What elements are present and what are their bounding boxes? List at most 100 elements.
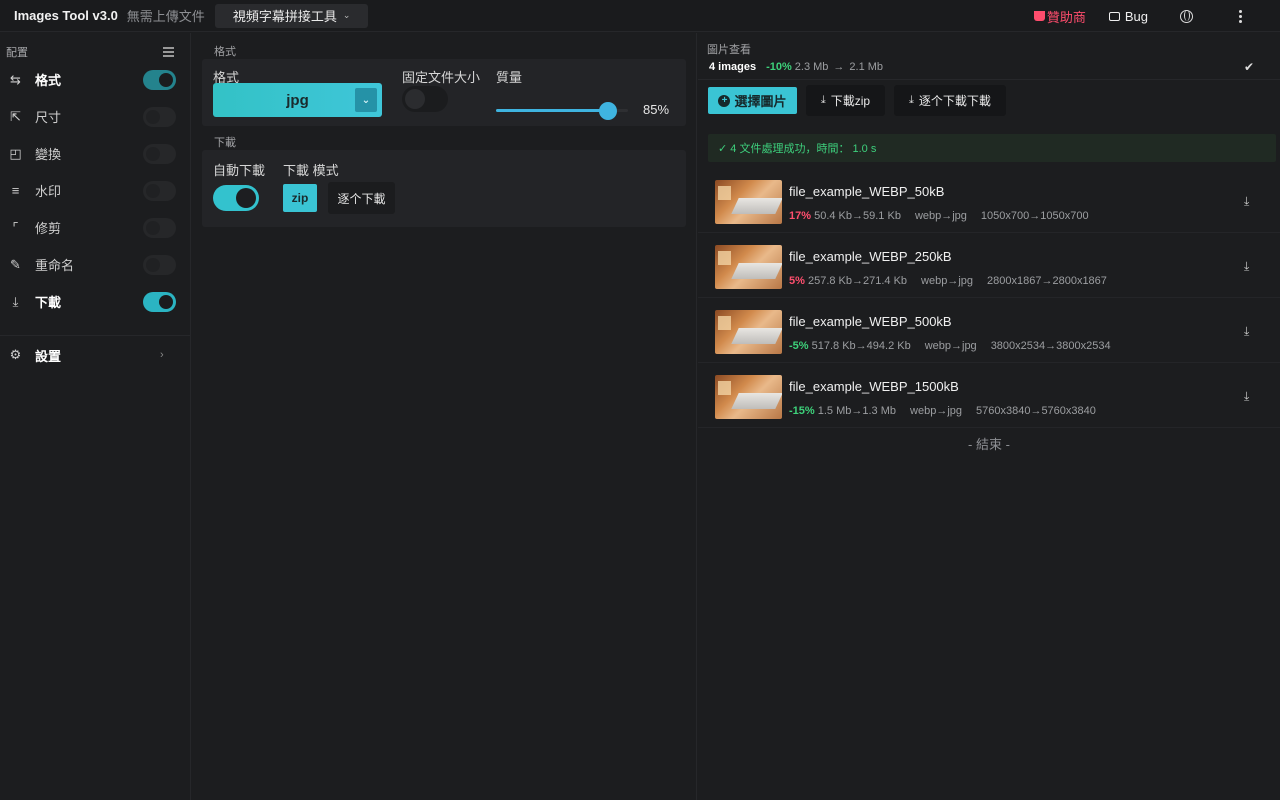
crop-icon: ⌜: [12, 219, 19, 235]
file-thumbnail[interactable]: [715, 310, 782, 354]
more-vertical-icon[interactable]: [1239, 9, 1242, 23]
file-conversion: webp→jpg: [910, 405, 962, 417]
choose-images-button[interactable]: + 選擇圖片: [708, 87, 797, 114]
mode-sequential-button[interactable]: 逐个下載: [328, 182, 395, 214]
preview-heading: 圖片查看: [707, 44, 751, 56]
crop-resize-icon: ⇱: [10, 108, 21, 124]
chevron-down-icon: ⌄: [342, 10, 351, 20]
file-name: file_example_WEBP_250kB: [789, 249, 952, 264]
preview-actions: + 選擇圖片 ⤓ 下載zip ⤓ 逐个下載下載: [698, 80, 1280, 120]
crop-toggle[interactable]: [143, 217, 176, 238]
file-change-pct: -15%: [789, 405, 815, 417]
download-card: 自動下載 下載 模式 zip 逐个下載: [202, 150, 686, 227]
sidebar-item-resize[interactable]: ⇱ 尺寸: [0, 98, 190, 135]
download-section-heading: 下載: [214, 137, 236, 149]
success-banner: ✓ 4 文件處理成功，時間： 1.0 s: [708, 134, 1276, 162]
chevron-down-icon: ⌄: [355, 88, 377, 112]
choose-images-label: 選擇圖片: [734, 94, 787, 109]
file-sizes: 50.4 Kb→59.1 Kb: [814, 210, 901, 222]
file-dimensions: 3800x2534→3800x2534: [990, 340, 1111, 352]
format-select[interactable]: jpg ⌄: [213, 83, 382, 117]
watermark-icon: ≡: [11, 183, 20, 198]
file-list: file_example_WEBP_50kB 17% 50.4 Kb→59.1 K…: [698, 168, 1280, 428]
download-sequential-button[interactable]: ⤓ 逐个下載下載: [894, 85, 1006, 116]
file-sizes: 1.5 Mb→1.3 Mb: [817, 405, 897, 417]
transform-icon: ◰: [9, 145, 22, 161]
rename-icon: ✎: [10, 256, 21, 272]
watermark-toggle[interactable]: [143, 180, 176, 201]
file-name: file_example_WEBP_500kB: [789, 314, 952, 329]
format-section-heading: 格式: [214, 46, 236, 58]
tool-select-dropdown[interactable]: 視頻字幕拼接工具 ⌄: [214, 3, 369, 28]
download-icon[interactable]: ⤓: [1244, 389, 1249, 404]
file-sizes: 257.8 Kb→271.4 Kb: [807, 275, 908, 287]
download-zip-button[interactable]: ⤓ 下載zip: [806, 85, 885, 116]
preview-panel: 圖片查看 4 images -10% 2.3 Mb → 2.1 Mb ✔ + 選…: [698, 33, 1280, 800]
bug-report-button[interactable]: Bug: [1108, 8, 1148, 24]
size-after: 2.1 Mb: [849, 60, 884, 73]
file-dimensions: 1050x700→1050x700: [980, 210, 1089, 222]
sidebar-item-transform[interactable]: ◰ 變換: [0, 135, 190, 172]
file-row: file_example_WEBP_1500kB -15% 1.5 Mb→1.3 …: [698, 363, 1280, 428]
top-right-actions: 贊助商 Bug: [1033, 0, 1280, 32]
menu-icon[interactable]: [163, 47, 174, 57]
rename-toggle[interactable]: [143, 254, 176, 275]
resize-toggle[interactable]: [143, 106, 176, 127]
quality-value: 85%: [643, 102, 670, 117]
file-conversion: webp→jpg: [914, 210, 967, 222]
sponsor-link[interactable]: 贊助商: [1033, 7, 1086, 26]
download-icon[interactable]: ⤓: [1244, 324, 1249, 339]
auto-download-toggle[interactable]: [213, 185, 259, 211]
download-toggle[interactable]: [143, 291, 176, 312]
file-change-pct: 17%: [789, 210, 812, 222]
sidebar-item-watermark[interactable]: ≡ 水印: [0, 172, 190, 209]
image-count: 4 images: [709, 60, 757, 73]
file-conversion: webp→jpg: [924, 340, 977, 352]
fixed-size-label: 固定文件大小: [402, 70, 481, 85]
list-end-label: - 結束 -: [968, 437, 1010, 452]
file-meta: -15% 1.5 Mb→1.3 Mb webp→jpg 5760x3840→5760…: [789, 405, 1096, 417]
coffee-cup-icon: [1033, 11, 1045, 21]
quality-slider-fill: [496, 109, 609, 112]
download-icon[interactable]: ⤓: [1244, 259, 1249, 274]
config-panel: 格式 格式 jpg ⌄ 固定文件大小 質量 85% 下載 自動下載 下載 模式 …: [192, 33, 697, 800]
broom-clear-icon[interactable]: ✔: [1244, 60, 1256, 74]
sidebar-settings-label: 設置: [35, 348, 62, 364]
size-before: 2.3 Mb: [794, 60, 829, 73]
plus-circle-icon: +: [718, 94, 731, 107]
file-meta: 17% 50.4 Kb→59.1 Kb webp→jpg 1050x700→1050…: [789, 210, 1089, 222]
file-change-pct: -5%: [789, 340, 809, 352]
file-thumbnail[interactable]: [715, 375, 782, 419]
file-dimensions: 5760x3840→5760x3840: [976, 405, 1096, 417]
file-meta: 5% 257.8 Kb→271.4 Kb webp→jpg 2800x1867→28…: [789, 275, 1107, 287]
quality-slider[interactable]: [496, 102, 628, 120]
download-icon: ⤓: [909, 94, 914, 106]
format-card: 格式 jpg ⌄ 固定文件大小 質量 85%: [202, 59, 686, 126]
quality-label: 質量: [496, 70, 523, 85]
fixed-size-toggle[interactable]: [402, 86, 448, 112]
app-subtitle: 無需上傳文件: [126, 9, 205, 24]
sidebar-item-settings[interactable]: ⚙ 設置 ›: [0, 336, 190, 374]
sidebar-item-rename[interactable]: ✎ 重命名: [0, 246, 190, 283]
sidebar-item-label: 格式: [35, 73, 62, 88]
bug-label: Bug: [1124, 8, 1148, 24]
sidebar: 配置 ⇆ 格式 ⇱ 尺寸 ◰ 變換 ≡ 水印 ⌜ 修剪 ✎ 重命名 ⤓ 下載 ⚙ 設置 ›: [0, 33, 191, 800]
file-thumbnail[interactable]: [715, 180, 782, 224]
transform-toggle[interactable]: [143, 143, 176, 164]
file-meta: -5% 517.8 Kb→494.2 Kb webp→jpg 3800x2534→3…: [789, 340, 1111, 352]
sidebar-item-crop[interactable]: ⌜ 修剪: [0, 209, 190, 246]
download-sequential-label: 逐个下載下載: [918, 94, 991, 108]
quality-slider-thumb[interactable]: [599, 102, 618, 120]
globe-icon[interactable]: [1180, 9, 1193, 23]
file-thumbnail[interactable]: [715, 245, 782, 289]
sidebar-item-download[interactable]: ⤓ 下載: [0, 283, 190, 320]
sponsor-label: 贊助商: [1046, 9, 1086, 25]
mode-zip-button[interactable]: zip: [283, 184, 317, 212]
preview-stats: 4 images -10% 2.3 Mb → 2.1 Mb ✔: [698, 54, 1280, 80]
download-icon: ⤓: [12, 293, 19, 309]
app-title: Images Tool v3.0: [14, 8, 118, 23]
sidebar-item-label: 尺寸: [35, 110, 62, 125]
format-toggle[interactable]: [143, 69, 176, 90]
sidebar-item-format[interactable]: ⇆ 格式: [0, 61, 190, 98]
download-icon[interactable]: ⤓: [1244, 194, 1249, 209]
